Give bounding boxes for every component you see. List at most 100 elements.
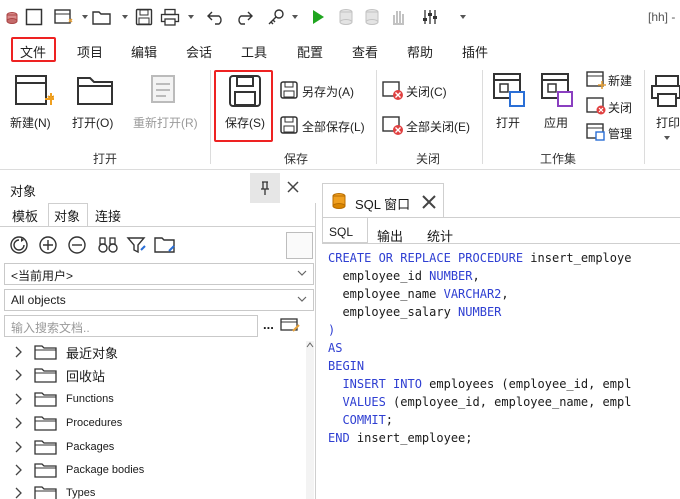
workset-apply-button[interactable]: 应用 — [544, 114, 568, 131]
chevron-right-icon[interactable] — [14, 417, 24, 429]
menu-tools[interactable]: 工具 — [241, 42, 267, 61]
close-all-icon[interactable] — [382, 116, 404, 136]
code-line[interactable]: COMMIT; — [328, 411, 393, 429]
chevron-right-icon[interactable] — [14, 487, 24, 499]
folder-settings-icon[interactable] — [154, 235, 178, 255]
save-icon[interactable] — [228, 74, 262, 108]
menu-plugins[interactable]: 插件 — [462, 42, 488, 61]
chevron-right-icon[interactable] — [14, 393, 24, 405]
tab-connections[interactable]: 连接 — [95, 206, 121, 225]
add-icon[interactable] — [38, 235, 58, 255]
sql-window-tab[interactable]: SQL 窗口 — [322, 183, 444, 217]
code-editor[interactable]: CREATE OR REPLACE PROCEDURE insert_emplo… — [322, 248, 680, 498]
code-line[interactable]: CREATE OR REPLACE PROCEDURE insert_emplo… — [328, 249, 631, 267]
menu-help[interactable]: 帮助 — [407, 42, 433, 61]
code-line[interactable]: AS — [328, 339, 342, 357]
code-line[interactable]: VALUES (employee_id, employee_name, empl — [328, 393, 631, 411]
code-line[interactable]: END insert_employee; — [328, 429, 473, 447]
redo-icon[interactable] — [234, 6, 254, 28]
save-button[interactable]: 保存(S) — [225, 114, 265, 131]
workset-new-button[interactable]: 新建 — [608, 72, 632, 89]
workset-manage-button[interactable]: 管理 — [608, 125, 632, 142]
key-icon[interactable] — [266, 6, 286, 28]
undo-icon[interactable] — [206, 6, 226, 28]
remove-icon[interactable] — [67, 235, 87, 255]
chevron-down-icon[interactable] — [292, 15, 298, 19]
workset-open-button[interactable]: 打开 — [496, 114, 520, 131]
close-all-button[interactable]: 全部关闭(E) — [406, 118, 470, 135]
workset-apply-icon[interactable] — [540, 72, 576, 108]
menu-config[interactable]: 配置 — [297, 42, 323, 61]
code-line[interactable]: ) — [328, 321, 335, 339]
menu-session[interactable]: 会话 — [186, 42, 212, 61]
tree-item-package-bodies[interactable]: Package bodies — [14, 458, 144, 482]
close-icon[interactable] — [286, 180, 300, 194]
blank-document-icon[interactable] — [24, 6, 44, 28]
subtab-sql[interactable]: SQL — [329, 225, 353, 239]
new-window-icon[interactable] — [54, 6, 74, 28]
workset-open-icon[interactable] — [492, 72, 528, 108]
chevron-down-icon[interactable] — [82, 15, 88, 19]
chevron-down-icon[interactable] — [664, 136, 670, 140]
save-all-icon[interactable] — [280, 116, 300, 134]
code-line[interactable]: employee_salary NUMBER — [328, 303, 501, 321]
tree-item-procedures[interactable]: Procedures — [14, 411, 122, 435]
tree-item-types[interactable]: Types — [14, 481, 95, 499]
more-button[interactable]: ... — [263, 317, 274, 332]
user-select[interactable]: <当前用户> — [4, 263, 314, 285]
tree-item-packages[interactable]: Packages — [14, 435, 114, 459]
scrollbar[interactable] — [306, 341, 314, 499]
save-all-button[interactable]: 全部保存(L) — [302, 118, 365, 135]
sliders-icon[interactable] — [420, 6, 440, 28]
open-button[interactable]: 打开(O) — [72, 114, 113, 131]
workset-close-button[interactable]: 关闭 — [608, 99, 632, 116]
chevron-right-icon[interactable] — [14, 369, 24, 381]
menu-project[interactable]: 项目 — [77, 42, 103, 61]
code-line[interactable]: employee_name VARCHAR2, — [328, 285, 508, 303]
workset-new-icon[interactable] — [586, 71, 606, 89]
code-line[interactable]: BEGIN — [328, 357, 364, 375]
tab-templates[interactable]: 模板 — [12, 206, 38, 225]
close-window-icon[interactable] — [382, 81, 404, 101]
run-icon[interactable] — [308, 6, 328, 28]
refresh-icon[interactable] — [9, 235, 29, 255]
tree-item-recycle-bin[interactable]: 回收站 — [14, 363, 105, 387]
open-folder-icon[interactable] — [92, 6, 112, 28]
new-document-icon[interactable] — [14, 72, 54, 112]
pin-button[interactable] — [250, 173, 280, 203]
save-icon[interactable] — [134, 6, 154, 28]
save-as-icon[interactable] — [280, 81, 300, 99]
menu-edit[interactable]: 编辑 — [131, 42, 157, 61]
chevron-right-icon[interactable] — [14, 441, 24, 453]
close-icon[interactable] — [421, 194, 437, 210]
print-icon[interactable] — [160, 6, 180, 28]
print-icon[interactable] — [650, 74, 680, 108]
color-swatch[interactable] — [286, 232, 313, 259]
code-keyword: CREATE OR REPLACE PROCEDURE — [328, 251, 524, 265]
code-line[interactable]: INSERT INTO employees (employee_id, empl — [328, 375, 631, 393]
new-button[interactable]: 新建(N) — [10, 114, 51, 131]
workset-close-icon[interactable] — [586, 97, 606, 115]
object-type-select[interactable]: All objects — [4, 289, 314, 311]
search-input[interactable]: 输入搜索文档.. — [4, 315, 258, 337]
binoculars-icon[interactable] — [97, 235, 119, 255]
chevron-down-icon[interactable] — [460, 15, 466, 19]
tab-objects[interactable]: 对象 — [54, 206, 80, 225]
close-button[interactable]: 关闭(C) — [406, 83, 447, 100]
workset-manage-icon[interactable] — [586, 123, 606, 141]
open-folder-icon[interactable] — [76, 72, 114, 108]
tree-item-recent[interactable]: 最近对象 — [14, 340, 118, 364]
tree-item-functions[interactable]: Functions — [14, 387, 114, 411]
menu-view[interactable]: 查看 — [352, 42, 378, 61]
window-filter-icon[interactable] — [280, 318, 302, 334]
save-as-button[interactable]: 另存为(A) — [302, 83, 354, 100]
chevron-down-icon[interactable] — [122, 15, 128, 19]
print-button[interactable]: 打印 — [656, 114, 680, 131]
chevron-right-icon[interactable] — [14, 346, 24, 358]
chevron-down-icon[interactable] — [188, 15, 194, 19]
chevron-up-icon[interactable] — [306, 341, 314, 349]
group-label-workset: 工作集 — [540, 152, 577, 166]
filter-icon[interactable] — [126, 235, 148, 255]
code-line[interactable]: employee_id NUMBER, — [328, 267, 479, 285]
chevron-right-icon[interactable] — [14, 464, 24, 476]
